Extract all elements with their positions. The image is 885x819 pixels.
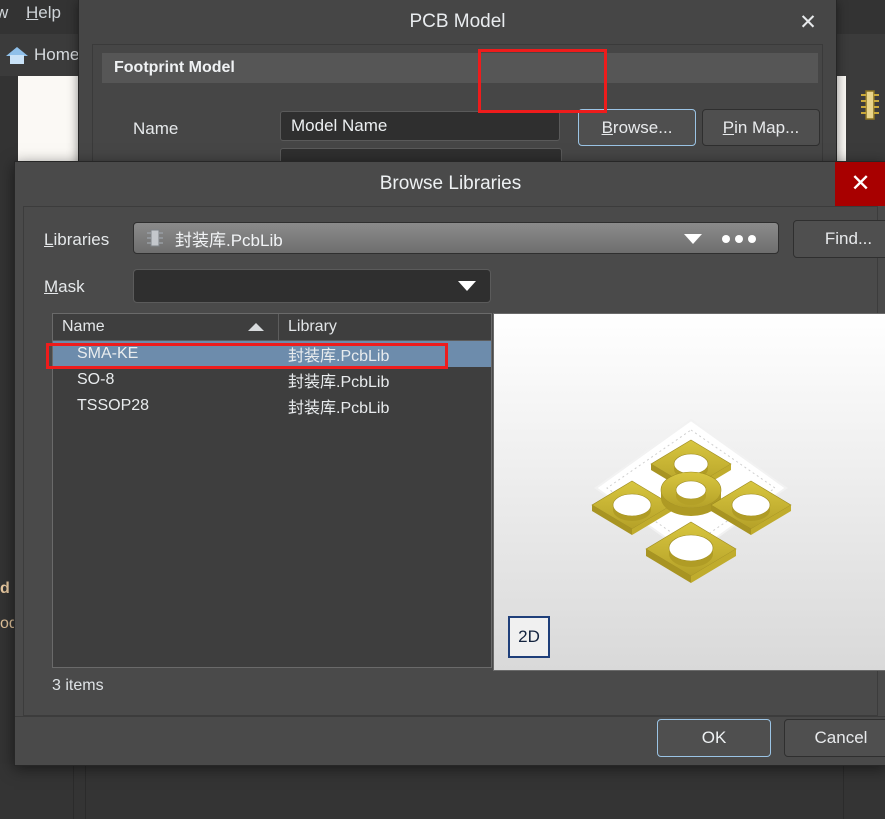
pcb-model-title: PCB Model: [409, 11, 506, 32]
close-icon[interactable]: ✕: [835, 162, 885, 206]
find-button[interactable]: Find...: [793, 220, 885, 258]
items-count-status: 3 items: [52, 677, 104, 694]
table-cell-name: SO-8: [77, 371, 115, 388]
sort-ascending-icon: [248, 323, 264, 331]
libraries-label-text: ibraries: [53, 230, 110, 249]
chevron-down-icon[interactable]: [684, 234, 702, 244]
menu-item-help-accel: H: [26, 3, 39, 22]
mask-label-text: ask: [58, 277, 85, 296]
bottom-panel-divider: [85, 764, 86, 819]
list-header: Name Library: [53, 314, 491, 341]
column-header-name[interactable]: Name: [53, 314, 279, 340]
chevron-down-icon[interactable]: [458, 281, 476, 291]
libraries-label: Libraries: [44, 230, 109, 250]
table-cell-library: 封装库.PcbLib: [288, 348, 390, 365]
view-mode-toggle-button[interactable]: 2D: [508, 616, 550, 658]
mask-dropdown[interactable]: [133, 269, 491, 303]
browse-button[interactable]: Browse...: [578, 109, 696, 146]
table-row[interactable]: SMA-KE 封装库.PcbLib: [53, 341, 491, 367]
name-label: Name: [133, 119, 179, 138]
bottom-panel: [0, 764, 885, 819]
pin-map-button[interactable]: Pin Map...: [702, 109, 820, 146]
menu-item-help-label: elp: [38, 3, 61, 22]
table-cell-library: 封装库.PcbLib: [288, 400, 390, 417]
table-cell-name: SMA-KE: [77, 345, 139, 362]
chip-icon: [861, 90, 879, 120]
mask-label-accel: M: [44, 277, 59, 296]
close-icon[interactable]: ✕: [794, 8, 822, 36]
left-clipped-text: d: [0, 580, 10, 598]
home-icon: [6, 45, 28, 65]
model-name-input[interactable]: Model Name: [280, 111, 560, 141]
libraries-dropdown[interactable]: 封装库.PcbLib: [133, 222, 779, 254]
column-header-library-label: Library: [288, 318, 337, 335]
ellipsis-icon[interactable]: [722, 235, 756, 243]
menu-item-window-partial[interactable]: w: [0, 3, 8, 23]
browse-libraries-title: Browse Libraries: [379, 173, 522, 194]
model-name-value: Model Name: [291, 116, 388, 135]
pin-map-button-accel: P: [722, 117, 735, 137]
table-cell-name: TSSOP28: [77, 397, 150, 414]
table-cell-library: 封装库.PcbLib: [288, 374, 390, 391]
tab-home-label: Home: [34, 45, 80, 64]
mask-label: Mask: [44, 277, 85, 297]
browse-button-accel: B: [601, 117, 613, 137]
menu-item-help[interactable]: Help: [26, 3, 61, 23]
browse-libraries-dialog: Browse Libraries ✕ Libraries 封装库.PcbLib: [14, 161, 885, 766]
pcb-model-title-bar: PCB Model ✕: [79, 0, 836, 44]
find-button-label: Find...: [824, 229, 873, 248]
footprint-preview-render: [494, 314, 885, 670]
menu-item-window-label: w: [0, 3, 9, 22]
bottom-panel-divider: [73, 764, 74, 819]
left-clipped-text-1: d: [0, 580, 10, 597]
chip-icon: [147, 229, 163, 247]
table-row[interactable]: SO-8 封装库.PcbLib: [53, 367, 491, 393]
table-row[interactable]: TSSOP28 封装库.PcbLib: [53, 393, 491, 419]
pin-map-button-label: in Map...: [734, 117, 800, 137]
ok-button[interactable]: OK: [657, 719, 771, 757]
list-rows: SMA-KE 封装库.PcbLib SO-8 封装库.PcbLib TSSOP2…: [53, 341, 491, 419]
column-header-name-label: Name: [62, 318, 105, 335]
browse-button-label: rowse...: [612, 117, 673, 137]
screen: w Help Home d od PCB Model ✕ Footprint M…: [0, 0, 885, 819]
bottom-panel-divider: [843, 764, 844, 819]
cancel-button-label: Cancel: [814, 728, 868, 747]
footprint-preview[interactable]: 2D: [493, 313, 885, 671]
browse-libraries-body: Libraries 封装库.PcbLib Find... Mask Name L…: [23, 206, 885, 716]
browse-libraries-title-bar: Browse Libraries ✕: [15, 162, 885, 206]
libraries-value: 封装库.PcbLib: [175, 230, 283, 250]
ok-button-label: OK: [701, 728, 727, 747]
column-header-library[interactable]: Library: [279, 314, 337, 340]
footprint-model-group-header: Footprint Model: [102, 53, 818, 83]
footprint-list[interactable]: Name Library SMA-KE 封装库.PcbLib SO-8 封装库.…: [52, 313, 492, 668]
view-mode-label: 2D: [518, 627, 540, 646]
cancel-button[interactable]: Cancel: [784, 719, 885, 757]
